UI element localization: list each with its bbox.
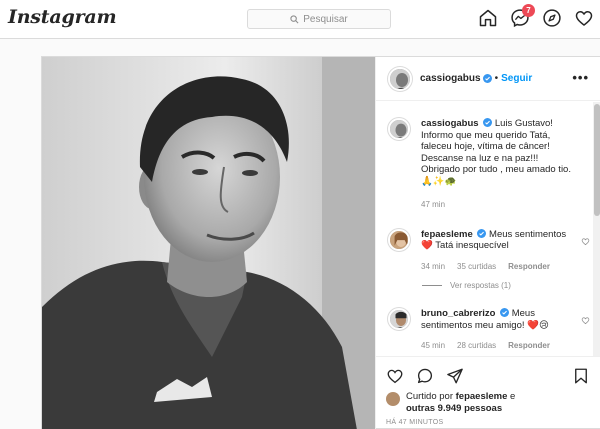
- comment-item: fepaesleme Meus sentimentos ❤️ Tatá ines…: [376, 228, 592, 273]
- replies-divider: [422, 285, 442, 286]
- liked-by[interactable]: Curtido por fepaesleme e outras 9.949 pe…: [386, 391, 592, 415]
- comment-avatar[interactable]: [388, 228, 410, 251]
- instagram-logo[interactable]: Instagram: [8, 6, 117, 28]
- reply-button[interactable]: Responder: [508, 261, 550, 273]
- comment-text-line2: ❤️ Tatá inesquecível: [421, 240, 509, 251]
- liked-by-text: Curtido por fepaesleme e outras 9.949 pe…: [406, 391, 515, 415]
- comment-time: 45 min: [421, 341, 446, 350]
- comments-scrollbar[interactable]: [593, 102, 600, 356]
- messages-badge: 7: [522, 4, 535, 17]
- post-header: cassiogabus • Seguir •••: [376, 57, 600, 101]
- more-options-icon[interactable]: •••: [572, 70, 589, 85]
- comments-list[interactable]: cassiogabus Luis Gustavo! Informo que me…: [376, 102, 592, 356]
- comment-username[interactable]: fepaesleme: [421, 229, 473, 240]
- action-icons-row: [386, 365, 592, 387]
- verified-badge-icon: [500, 308, 510, 317]
- save-icon[interactable]: [572, 367, 590, 385]
- comment-time: 34 min: [421, 261, 446, 271]
- portrait-photo: [42, 57, 375, 429]
- post-side-panel: cassiogabus • Seguir ••• cassiogabus Lui…: [375, 57, 600, 429]
- verified-badge-icon: [483, 118, 493, 127]
- post-photo[interactable]: [42, 57, 375, 429]
- caption-meta: 47 min: [421, 199, 581, 211]
- comment-like-icon[interactable]: [581, 316, 590, 325]
- liked-others[interactable]: outras 9.949 pessoas: [406, 403, 502, 414]
- comment-icon[interactable]: [416, 367, 434, 385]
- post-actions: Curtido por fepaesleme e outras 9.949 pe…: [376, 356, 600, 426]
- caption-text-line2: Obrigado por tudo , meu amado tio.: [421, 164, 571, 175]
- comment-avatar[interactable]: [388, 308, 410, 330]
- comment-username[interactable]: bruno_cabrerizo: [421, 308, 495, 319]
- heart-icon[interactable]: [574, 8, 594, 28]
- nav-icons: 7: [478, 4, 594, 28]
- comment-text: Meus sentimentos: [489, 228, 567, 240]
- comment-like-icon[interactable]: [581, 237, 590, 246]
- liked-suffix: e: [510, 391, 516, 402]
- home-icon[interactable]: [478, 8, 498, 28]
- liked-prefix: Curtido por: [406, 391, 453, 402]
- search-icon: [290, 14, 299, 23]
- like-icon[interactable]: [386, 367, 404, 385]
- search-placeholder: Pesquisar: [303, 13, 348, 25]
- caption-time: 47 min: [421, 200, 446, 209]
- comment-meta: 34 min 35 curtidas Responder: [421, 261, 581, 273]
- verified-badge-icon: [482, 74, 492, 83]
- search-input[interactable]: Pesquisar: [247, 9, 391, 29]
- reply-button[interactable]: Responder: [508, 340, 550, 352]
- verified-badge-icon: [477, 228, 487, 238]
- liked-user[interactable]: fepaesleme: [456, 391, 508, 402]
- scrollbar-thumb[interactable]: [594, 104, 600, 216]
- share-icon[interactable]: [446, 367, 464, 385]
- caption-item: cassiogabus Luis Gustavo! Informo que me…: [376, 118, 592, 211]
- caption-username[interactable]: cassiogabus: [421, 118, 479, 129]
- comment-body: fepaesleme Meus sentimentos ❤️ Tatá ines…: [421, 228, 581, 273]
- messenger-icon[interactable]: 7: [510, 4, 535, 28]
- author-avatar[interactable]: [388, 66, 412, 91]
- comment-body: bruno_cabrerizo Meus sentimentos meu ami…: [421, 308, 581, 352]
- comment-likes[interactable]: 35 curtidas: [457, 261, 496, 273]
- caption-avatar[interactable]: [388, 118, 410, 140]
- caption-emojis: 🙏✨🐢: [421, 175, 457, 187]
- view-replies-label: Ver respostas (1): [450, 281, 511, 290]
- comment-meta: 45 min 28 curtidas Responder: [421, 340, 581, 352]
- comment-likes[interactable]: 28 curtidas: [457, 340, 496, 352]
- post-card: cassiogabus • Seguir ••• cassiogabus Lui…: [41, 56, 600, 429]
- post-timestamp: HÁ 47 MINUTOS: [386, 419, 444, 426]
- view-replies-button[interactable]: Ver respostas (1): [422, 281, 592, 290]
- author-username[interactable]: cassiogabus: [420, 73, 481, 84]
- header-separator: •: [494, 73, 499, 84]
- follow-button[interactable]: Seguir: [501, 73, 532, 84]
- liker-avatar: [386, 392, 400, 406]
- comment-item: bruno_cabrerizo Meus sentimentos meu ami…: [376, 308, 592, 352]
- compass-icon[interactable]: [542, 8, 562, 28]
- top-nav-bar: Instagram Pesquisar 7: [0, 0, 600, 39]
- caption-body: cassiogabus Luis Gustavo! Informo que me…: [421, 118, 581, 211]
